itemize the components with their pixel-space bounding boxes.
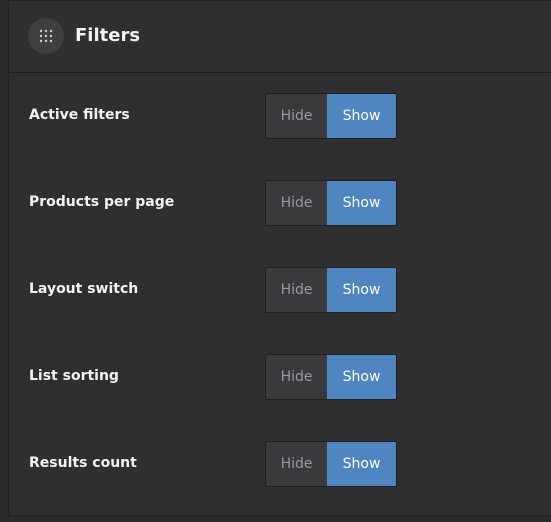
filters-panel: Filters Active filters Hide Show Product…	[8, 0, 551, 516]
show-button[interactable]: Show	[327, 181, 396, 225]
show-button[interactable]: Show	[327, 94, 396, 138]
option-label: Products per page	[29, 194, 175, 210]
panel-title: Filters	[75, 25, 141, 46]
visibility-toggle: Hide Show	[265, 267, 397, 313]
option-row-products-per-page: Products per page Hide Show	[9, 180, 551, 226]
option-label: List sorting	[29, 368, 119, 384]
option-row-list-sorting: List sorting Hide Show	[9, 354, 551, 400]
hide-button[interactable]: Hide	[266, 442, 328, 486]
option-label: Active filters	[29, 107, 130, 123]
visibility-toggle: Hide Show	[265, 441, 397, 487]
show-button[interactable]: Show	[327, 355, 396, 399]
option-label: Results count	[29, 455, 137, 471]
hide-button[interactable]: Hide	[266, 181, 328, 225]
visibility-toggle: Hide Show	[265, 93, 397, 139]
option-row-layout-switch: Layout switch Hide Show	[9, 267, 551, 313]
hide-button[interactable]: Hide	[266, 94, 328, 138]
show-button[interactable]: Show	[327, 268, 396, 312]
option-row-active-filters: Active filters Hide Show	[9, 93, 551, 139]
drag-handle-icon[interactable]	[28, 18, 64, 54]
option-label: Layout switch	[29, 281, 139, 297]
visibility-toggle: Hide Show	[265, 354, 397, 400]
panel-header: Filters	[9, 1, 551, 73]
show-button[interactable]: Show	[327, 442, 396, 486]
visibility-toggle: Hide Show	[265, 180, 397, 226]
option-row-results-count: Results count Hide Show	[9, 441, 551, 487]
hide-button[interactable]: Hide	[266, 268, 328, 312]
hide-button[interactable]: Hide	[266, 355, 328, 399]
